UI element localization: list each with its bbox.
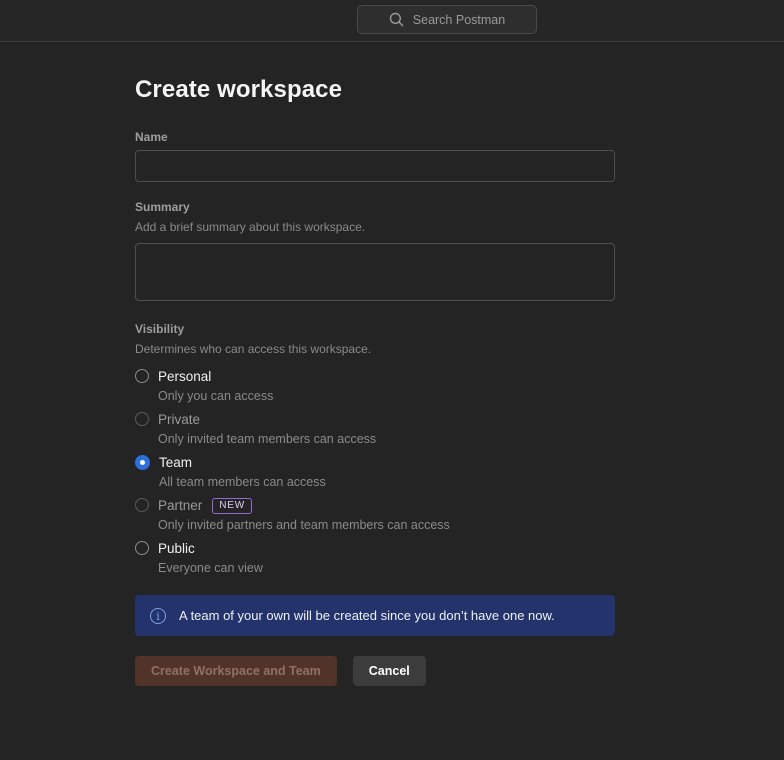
- visibility-option-description: Only invited partners and team members c…: [158, 518, 450, 532]
- visibility-option-public[interactable]: Public Everyone can view: [135, 541, 615, 575]
- visibility-option-label: Private: [158, 412, 200, 428]
- create-workspace-page: Create workspace Name Summary Add a brie…: [0, 42, 615, 686]
- visibility-option-label: Team: [159, 455, 192, 471]
- visibility-option-label: Personal: [158, 369, 211, 385]
- radio-icon: [135, 412, 149, 426]
- visibility-option-personal[interactable]: Personal Only you can access: [135, 369, 615, 403]
- page-title: Create workspace: [135, 76, 615, 104]
- visibility-option-private: Private Only invited team members can ac…: [135, 412, 615, 446]
- visibility-option-description: Everyone can view: [158, 561, 263, 575]
- info-banner-text: A team of your own will be created since…: [179, 608, 555, 623]
- visibility-option-description: Only you can access: [158, 389, 273, 403]
- radio-icon: [135, 498, 149, 512]
- new-badge: NEW: [212, 498, 252, 514]
- workspace-summary-textarea[interactable]: [135, 243, 615, 301]
- radio-icon: [135, 541, 149, 555]
- radio-icon: [135, 369, 149, 383]
- visibility-option-label: Public: [158, 541, 195, 557]
- summary-label: Summary: [135, 200, 615, 214]
- visibility-options: Personal Only you can access Private Onl…: [135, 369, 615, 575]
- cancel-button[interactable]: Cancel: [353, 656, 426, 686]
- visibility-label: Visibility: [135, 322, 615, 336]
- visibility-option-label: Partner: [158, 498, 202, 514]
- name-label: Name: [135, 130, 615, 144]
- action-buttons: Create Workspace and Team Cancel: [135, 656, 615, 686]
- top-bar: Search Postman: [0, 0, 784, 42]
- visibility-hint: Determines who can access this workspace…: [135, 342, 615, 356]
- search-input[interactable]: Search Postman: [357, 5, 537, 34]
- search-placeholder: Search Postman: [413, 13, 505, 27]
- visibility-option-description: All team members can access: [159, 475, 326, 489]
- search-icon: [389, 12, 404, 27]
- summary-hint: Add a brief summary about this workspace…: [135, 220, 615, 234]
- visibility-option-team[interactable]: Team All team members can access: [135, 455, 615, 489]
- workspace-name-input[interactable]: [135, 150, 615, 182]
- radio-icon: [135, 455, 150, 470]
- visibility-option-description: Only invited team members can access: [158, 432, 376, 446]
- info-banner: i A team of your own will be created sin…: [135, 595, 615, 636]
- info-icon: i: [150, 608, 166, 624]
- create-workspace-button[interactable]: Create Workspace and Team: [135, 656, 337, 686]
- visibility-option-partner: Partner NEW Only invited partners and te…: [135, 498, 615, 532]
